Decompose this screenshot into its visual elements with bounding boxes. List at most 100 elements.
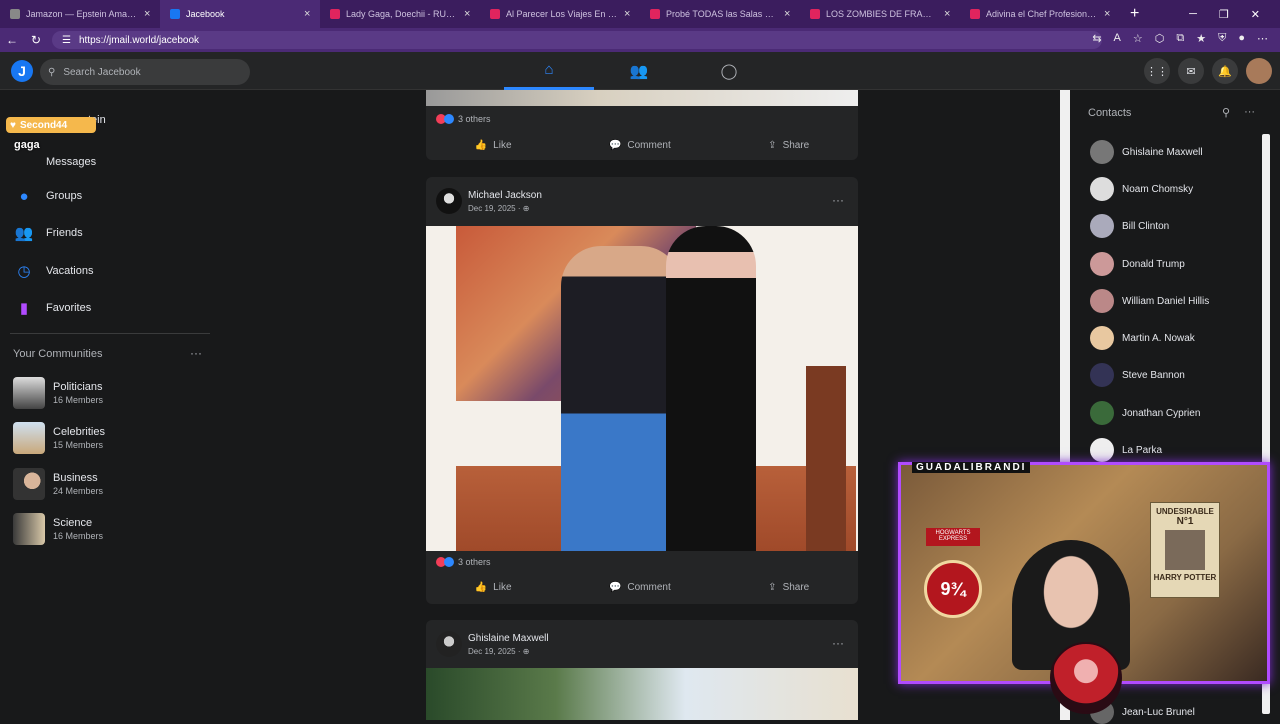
browser-toolbar-icons: ⇆ A ☆ ⬡ ⧉ ★ ⛨ ● ⋯ [1092, 32, 1268, 45]
notifications-bell-icon[interactable]: 🔔 [1212, 58, 1238, 84]
close-icon[interactable]: × [464, 8, 474, 20]
contact-item[interactable]: Noam Chomsky [1090, 177, 1193, 201]
contact-name: Bill Clinton [1122, 220, 1170, 232]
contact-item[interactable]: Donald Trump [1090, 252, 1185, 276]
community-name: Celebrities [53, 426, 105, 438]
sidebar-item-label: Groups [46, 190, 83, 202]
messenger-nav-icon[interactable]: ◯ [684, 52, 774, 90]
contact-item[interactable]: Martin A. Nowak [1090, 326, 1195, 350]
contact-avatar [1090, 177, 1114, 201]
sidebar-item-friends[interactable]: 👥 Friends [14, 223, 83, 243]
image-door [806, 366, 846, 551]
poster-number: N°1 [1176, 516, 1194, 527]
like-button[interactable]: 👍 Like [475, 582, 512, 593]
contact-item[interactable]: William Daniel Hillis [1090, 289, 1209, 313]
extensions-icon[interactable]: ⬡ [1155, 32, 1165, 45]
contact-item[interactable]: Steve Bannon [1090, 363, 1185, 387]
community-business[interactable]: Business 24 Members [13, 468, 103, 500]
sidebar-item-messages[interactable]: Messages [14, 152, 96, 172]
profile-icon[interactable]: ● [1238, 32, 1245, 45]
contact-item[interactable]: La Parka [1090, 438, 1162, 462]
search-icon[interactable]: ⚲ [1222, 106, 1230, 119]
globe-icon: ⊕ [522, 646, 530, 656]
sidebar-item-vacations[interactable]: ◷ Vacations [14, 261, 93, 281]
tab-youtube-3[interactable]: Probé TODAS las Salas de Cine en × [640, 0, 800, 28]
comment-button[interactable]: 💬 Comment [609, 140, 671, 151]
tab-favicon-icon [10, 9, 20, 19]
tab-youtube-5[interactable]: Adivina el Chef Profesional - YouTu × [960, 0, 1120, 28]
sidebar-item-groups[interactable]: ● Groups [14, 186, 82, 206]
like-button[interactable]: 👍 Like [475, 140, 512, 151]
tab-jamazon[interactable]: Jamazon — Epstein Amazon Orde × [0, 0, 160, 28]
heart-icon: ♥ [10, 119, 16, 131]
post-date: Dec 19, 2025 · ⊕ [468, 204, 542, 213]
vacations-icon: ◷ [17, 263, 31, 280]
post-more-icon[interactable]: ··· [832, 193, 844, 207]
contact-item[interactable]: Bill Clinton [1090, 214, 1169, 238]
read-aloud-icon[interactable]: A [1114, 32, 1121, 45]
reactions-summary[interactable]: 3 others [436, 114, 491, 124]
messenger-icon[interactable]: ✉ [1178, 58, 1204, 84]
new-tab-button[interactable]: + [1120, 5, 1149, 23]
restore-icon[interactable]: ❐ [1219, 8, 1229, 21]
profile-avatar[interactable] [1246, 58, 1272, 84]
search-input[interactable]: ⚲ Search Jacebook [40, 59, 250, 85]
post-image[interactable] [426, 668, 858, 720]
browser-essentials-icon[interactable]: ⛨ [1218, 32, 1226, 45]
community-politicians[interactable]: Politicians 16 Members [13, 377, 103, 409]
post-image[interactable] [426, 226, 858, 551]
tab-favicon-icon [970, 9, 980, 19]
post-author-name[interactable]: Ghislaine Maxwell [468, 633, 549, 644]
tab-youtube-4[interactable]: LOS ZOMBIES DE FRANKFURT (JAP × [800, 0, 960, 28]
community-thumbnail [13, 513, 45, 545]
menu-dots-icon[interactable]: ⋯ [1257, 32, 1268, 45]
jacebook-logo[interactable]: J [11, 60, 33, 82]
split-screen-icon[interactable]: ⧉ [1176, 32, 1184, 45]
contact-item[interactable]: Jonathan Cyprien [1090, 401, 1200, 425]
post-author-name[interactable]: Michael Jackson [468, 190, 542, 201]
back-arrow-icon[interactable]: ← [0, 33, 24, 47]
site-info-icon[interactable]: ☰ [62, 35, 71, 46]
share-icon: ⇪ [768, 140, 777, 151]
translate-icon[interactable]: ⇆ [1092, 32, 1101, 45]
post-image[interactable] [426, 90, 858, 106]
home-icon[interactable]: ⌂ [504, 52, 594, 90]
browser-tab-bar: Jamazon — Epstein Amazon Orde × Jacebook ×… [0, 0, 1280, 28]
share-button[interactable]: ⇪ Share [768, 140, 809, 151]
close-icon[interactable]: × [624, 8, 634, 20]
close-icon[interactable]: × [944, 8, 954, 20]
post-author-avatar[interactable] [436, 188, 462, 214]
community-science[interactable]: Science 16 Members [13, 513, 103, 545]
tab-youtube-2[interactable]: Al Parecer Los Viajes En El Tiempo × [480, 0, 640, 28]
friends-icon: 👥 [14, 225, 34, 242]
more-icon[interactable]: ··· [1244, 106, 1255, 119]
reactions-summary[interactable]: 3 others [436, 557, 491, 567]
like-label: Like [493, 140, 512, 151]
friends-nav-icon[interactable]: 👥 [594, 52, 684, 90]
minimize-icon[interactable]: ─ [1189, 8, 1197, 20]
contact-item[interactable]: Ghislaine Maxwell [1090, 140, 1203, 164]
close-icon[interactable]: × [784, 8, 794, 20]
community-celebrities[interactable]: Celebrities 15 Members [13, 422, 105, 454]
menu-grid-icon[interactable]: ⋮⋮ [1144, 58, 1170, 84]
sidebar-item-favorites[interactable]: ▮ Favorites [14, 298, 91, 318]
platform-sign: 9¾ [924, 560, 982, 618]
favorites-bar-icon[interactable]: ★ [1196, 32, 1206, 45]
comment-button[interactable]: 💬 Comment [609, 582, 671, 593]
reload-icon[interactable]: ↻ [24, 33, 48, 47]
tab-youtube-1[interactable]: Lady Gaga, Doechii - RUNWAY (Of × [320, 0, 480, 28]
favorite-star-icon[interactable]: ☆ [1133, 32, 1143, 45]
communities-more-icon[interactable]: ··· [190, 346, 202, 360]
post-author-avatar[interactable] [436, 631, 462, 657]
close-icon[interactable]: × [144, 8, 154, 20]
tab-jacebook[interactable]: Jacebook × [160, 0, 320, 28]
close-window-icon[interactable]: ✕ [1251, 8, 1260, 21]
url-field[interactable]: ☰ https://jmail.world/jacebook [52, 31, 1102, 49]
post-date-text: Dec 19, 2025 · [468, 646, 523, 656]
close-icon[interactable]: × [1104, 8, 1114, 20]
poster-photo [1165, 530, 1205, 570]
post-more-icon[interactable]: ··· [832, 636, 844, 650]
share-button[interactable]: ⇪ Share [768, 582, 809, 593]
close-icon[interactable]: × [304, 8, 314, 20]
community-name: Politicians [53, 381, 103, 393]
